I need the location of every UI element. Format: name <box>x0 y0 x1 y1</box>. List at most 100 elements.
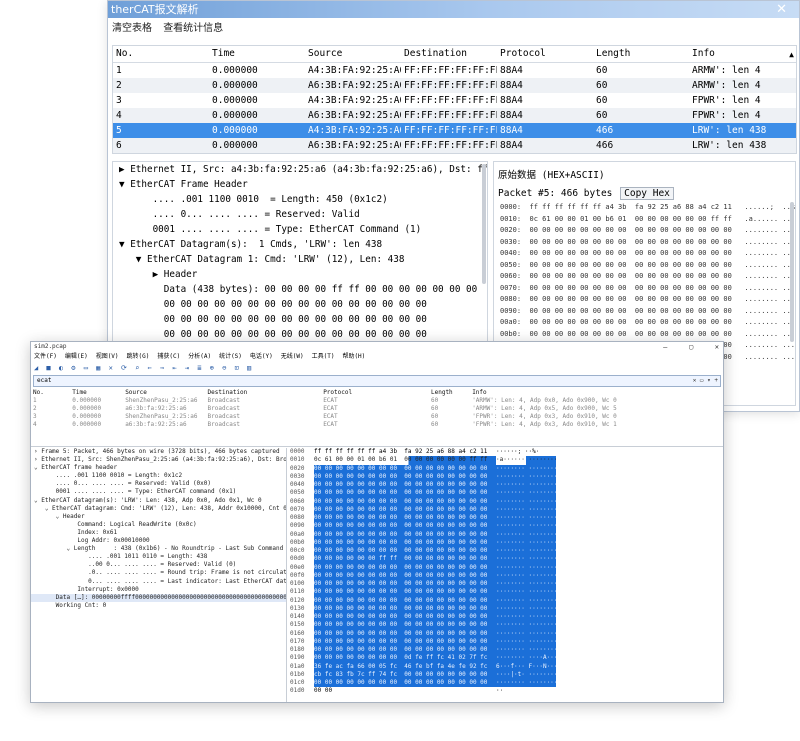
hex-ascii[interactable]: ········ ········ <box>496 596 557 605</box>
filter-buttons[interactable]: ✕ ▭ ▾ + <box>693 376 718 386</box>
sort-arrow-icon[interactable]: ▲ <box>789 47 794 62</box>
table-row[interactable]: 5 0.000000 A4:3B:FA:92:25:A6 FF:FF:FF:FF:FF… <box>113 123 796 138</box>
detail-line[interactable]: ▼ EtherCAT Datagram(s): 1 Cmds, 'LRW': l… <box>113 237 487 252</box>
hex-ascii[interactable]: ········ ········ <box>496 555 557 564</box>
tree-line[interactable]: ⌄ EtherCAT frame header <box>31 464 286 472</box>
hex-ascii[interactable]: ······; ··%· <box>496 448 556 456</box>
hex-bytes[interactable]: 00 00 <box>314 687 496 695</box>
tree-line[interactable]: ⌄ Length : 438 (0x1b6) - No Roundtrip - … <box>31 545 286 553</box>
hex-ascii[interactable]: ········ ········ <box>496 547 557 556</box>
detail-line[interactable]: ▶ Header <box>113 267 487 282</box>
hex-ascii[interactable]: ········ ········ <box>496 646 557 655</box>
close-icon[interactable]: ✕ <box>776 1 787 18</box>
menu-item[interactable]: 分析(A) <box>188 353 211 360</box>
hex-bytes[interactable]: 00 00 00 00 00 00 00 00 00 00 00 00 00 0… <box>314 538 496 547</box>
hex-ascii[interactable]: ········ ········ <box>496 580 557 589</box>
raw-scrollbar[interactable] <box>790 202 794 342</box>
hex-bytes[interactable]: 36 fe ac fa 66 00 05 fc 46 fe bf fa 4e f… <box>314 662 496 671</box>
hex-bytes[interactable]: 00 00 00 00 00 00 00 00 00 00 00 00 00 0… <box>314 571 496 580</box>
tree-line[interactable]: .... .001 1011 0110 = Length: 438 <box>31 553 286 561</box>
menu-item[interactable]: 统计(S) <box>219 353 242 360</box>
detail-line[interactable]: 0001 .... .... .... = Type: EtherCAT Com… <box>113 222 487 237</box>
list-col-source[interactable]: Source <box>123 388 205 397</box>
hex-bytes[interactable]: 00 00 00 00 00 00 00 00 00 00 00 00 00 0… <box>314 530 496 539</box>
hex-bytes[interactable]: 00 00 00 00 00 00 00 00 00 00 00 00 00 0… <box>314 580 496 589</box>
tree-line[interactable]: Index: 0x61 <box>31 529 286 537</box>
close-icon[interactable]: ✕ <box>715 343 719 351</box>
hex-ascii[interactable]: 6···f··· F···N··· <box>496 662 557 671</box>
hex-ascii[interactable]: ········ ········ <box>496 679 557 688</box>
list-row[interactable]: 1 0.000000 ShenZhenPasu_2:25:a6 Broadcast EC… <box>31 397 723 405</box>
hex-bytes[interactable]: 00 00 00 00 00 00 00 00 00 00 00 00 00 0… <box>314 472 496 481</box>
hex-ascii[interactable]: ········ ········ <box>496 464 557 473</box>
hex-bytes[interactable]: 00 00 00 00 00 00 00 00 00 00 00 00 00 0… <box>314 613 496 622</box>
hex-ascii[interactable]: ········ ········ <box>496 522 557 531</box>
detail-line[interactable]: .... 0... .... .... = Reserved: Valid <box>113 207 487 222</box>
list-col-protocol[interactable]: Protocol <box>321 388 429 397</box>
tree-line[interactable]: 0... .... .... .... = Last indicator: La… <box>31 578 286 586</box>
hex-ascii[interactable]: ········ ········ <box>496 571 557 580</box>
hex-ascii[interactable]: ········ ········ <box>496 637 557 646</box>
detail-line[interactable]: 00 00 00 00 00 00 00 00 00 00 00 00 00 0… <box>113 312 487 327</box>
detail-scrollbar[interactable] <box>482 164 486 284</box>
tree-line[interactable]: ⌄ Header <box>31 513 286 521</box>
maximize-icon[interactable]: ▢ <box>689 343 693 351</box>
hex-ascii[interactable]: ·· <box>496 687 556 695</box>
col-source-header[interactable]: Source <box>305 46 401 62</box>
col-no-header[interactable]: No. <box>113 46 209 62</box>
hex-bytes[interactable]: 00 00 00 00 00 00 00 00 00 00 00 00 00 0… <box>314 522 496 531</box>
hex-ascii[interactable]: ····|·t· ········ <box>496 670 557 679</box>
menu-item[interactable]: 无线(W) <box>281 353 304 360</box>
tree-line[interactable]: Log Addr: 0x00010000 <box>31 537 286 545</box>
list-col-time[interactable]: Time <box>70 388 123 397</box>
hex-ascii[interactable]: ········ ········ <box>496 514 557 523</box>
table-row[interactable]: 4 0.000000 A6:3B:FA:92:25:A6 FF:FF:FF:FF:FF… <box>113 108 796 123</box>
hex-bytes[interactable]: 00 00 00 00 00 00 ff ff 00 00 00 00 00 0… <box>314 555 496 564</box>
tree-line[interactable]: › Frame 5: Packet, 466 bytes on wire (37… <box>31 448 286 456</box>
hex-bytes[interactable]: 00 00 00 00 00 00 00 00 00 00 00 00 00 0… <box>314 621 496 630</box>
hex-bytes[interactable]: 00 00 00 00 00 00 00 00 00 00 00 00 00 0… <box>314 547 496 556</box>
table-row[interactable]: 2 0.000000 A6:3B:FA:92:25:A6 FF:FF:FF:FF:FF… <box>113 78 796 93</box>
hex-ascii[interactable]: ········ ········ <box>496 489 557 498</box>
hex-bytes[interactable]: 00 00 00 00 00 00 00 00 00 00 00 00 00 0… <box>314 481 496 490</box>
minimize-icon[interactable]: — <box>663 343 667 351</box>
hex-ascii[interactable]: ········ ········ <box>496 481 557 490</box>
col-info-header[interactable]: Info <box>689 46 796 62</box>
list-row[interactable]: 4 0.000000 a6:3b:fa:92:25:a6 Broadcast ECAT 6… <box>31 421 723 429</box>
detail-line[interactable]: 00 00 00 00 00 00 00 00 00 00 00 00 00 0… <box>113 327 487 342</box>
hex-ascii[interactable]: ········ ········ <box>496 613 557 622</box>
hex-bytes[interactable]: ff ff ff ff ff ff a4 3b fa 92 25 a6 88 a… <box>314 448 496 456</box>
display-filter-input[interactable]: ecat ✕ ▭ ▾ + <box>33 375 721 387</box>
menu-item[interactable]: 帮助(H) <box>342 353 365 360</box>
table-row[interactable]: 6 0.000000 A6:3B:FA:92:25:A6 FF:FF:FF:FF:FF… <box>113 138 796 153</box>
table-row[interactable]: 1 0.000000 A4:3B:FA:92:25:A6 FF:FF:FF:FF:FF… <box>113 63 796 78</box>
menu-item[interactable]: 编辑(E) <box>65 353 88 360</box>
detail-line[interactable]: ▶ Ethernet II, Src: a4:3b:fa:92:25:a6 (a… <box>113 162 487 177</box>
hex-bytes[interactable]: cb fc 83 fb 7c ff 74 fc 00 00 00 00 00 0… <box>314 670 496 679</box>
hex-bytes[interactable]: 00 00 00 00 00 00 00 00 00 00 00 00 00 0… <box>314 505 496 514</box>
menu-item[interactable]: 工具(T) <box>312 353 335 360</box>
tree-line[interactable]: .... 0... .... .... = Reserved: Valid (0… <box>31 480 286 488</box>
hex-bytes[interactable]: 00 00 00 00 00 00 00 00 00 00 00 00 00 0… <box>314 464 496 473</box>
hex-ascii[interactable]: ········ ········ <box>496 629 557 638</box>
hex-bytes[interactable]: 00 00 00 00 00 00 00 00 00 00 00 00 00 0… <box>314 679 496 688</box>
hex-ascii[interactable]: ·a······ ········ <box>496 456 557 465</box>
tree-line[interactable]: ⌄ EtherCAT datagram: Cmd: 'LRW' (12), Le… <box>31 505 286 513</box>
copy-hex-button[interactable]: Copy Hex <box>620 187 674 200</box>
tree-line[interactable]: 0001 .... .... .... = Type: EtherCAT com… <box>31 488 286 496</box>
hex-bytes[interactable]: 00 00 00 00 00 00 00 00 00 00 00 00 00 0… <box>314 646 496 655</box>
table-row[interactable]: 3 0.000000 A4:3B:FA:92:25:A6 FF:FF:FF:FF:FF… <box>113 93 796 108</box>
tree-line[interactable]: ⌄ EtherCAT datagram(s): 'LRW': Len: 438,… <box>31 497 286 505</box>
hex-bytes[interactable]: 00 00 00 00 00 00 00 00 00 00 00 00 00 0… <box>314 604 496 613</box>
hex-ascii[interactable]: ········ ········ <box>496 563 557 572</box>
tree-line[interactable]: ..00 0... .... .... = Reserved: Valid (0… <box>31 561 286 569</box>
hex-ascii[interactable]: ········ ········ <box>496 538 557 547</box>
hex-bytes[interactable]: 00 00 00 00 00 00 00 00 00 00 00 00 00 0… <box>314 514 496 523</box>
col-length-header[interactable]: Length <box>593 46 689 62</box>
hex-ascii[interactable]: ········ ········ <box>496 588 557 597</box>
hex-bytes[interactable]: 00 00 00 00 00 00 00 00 00 00 00 00 00 0… <box>314 596 496 605</box>
menu-item[interactable]: 文件(F) <box>34 353 57 360</box>
tree-line[interactable]: Interrupt: 0x0000 <box>31 586 286 594</box>
list-col-info[interactable]: Info <box>470 388 723 397</box>
col-protocol-header[interactable]: Protocol <box>497 46 593 62</box>
